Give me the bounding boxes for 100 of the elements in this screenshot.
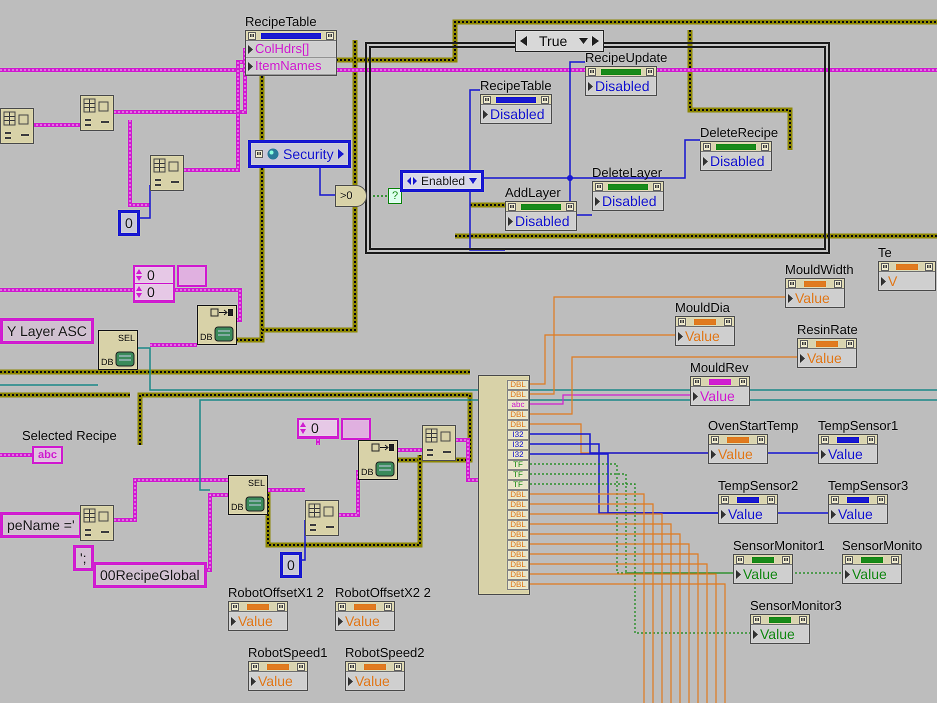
type-text: abc: [38, 449, 57, 461]
database-node[interactable]: DB: [197, 305, 237, 345]
case-selector[interactable]: True: [515, 30, 604, 52]
terminal-arrow-icon: [753, 630, 758, 638]
index-spinner-icon: [299, 421, 307, 435]
indicator-label: RobotSpeed2: [345, 645, 425, 661]
terminal-type-label: DBL: [507, 380, 529, 390]
property-text: ItemNames: [255, 58, 322, 74]
string-constant[interactable]: 00RecipeGlobal: [93, 562, 207, 588]
terminal-arrow-icon: [231, 616, 236, 626]
property-node[interactable]: Disabled: [505, 201, 577, 231]
terminal-arrow-icon: [508, 216, 513, 226]
indicator-label: TempSensor3: [828, 478, 908, 494]
terminal-type-label: DBL: [507, 520, 529, 530]
database-icon: [375, 461, 395, 477]
array-element: [177, 265, 207, 287]
enum-arrows-icon: [407, 177, 417, 185]
indicator-label: RobotOffsetX1 2: [228, 585, 324, 601]
string-constant[interactable]: ';: [73, 545, 94, 571]
terminal-type-label: abc: [507, 400, 529, 410]
arrow-icon: [371, 443, 395, 452]
terminal-icon: [834, 280, 842, 288]
terminal-arrow-icon: [721, 510, 726, 518]
terminal-type-label: TF: [507, 460, 529, 470]
indicator-terminal[interactable]: Value: [828, 494, 888, 524]
string-constant[interactable]: peName =': [0, 512, 82, 538]
array-function-node[interactable]: [422, 425, 456, 461]
terminal-arrow-icon: [821, 450, 826, 458]
terminal-type-label: DBL: [507, 390, 529, 400]
terminal-icon: [711, 436, 719, 444]
value-text: Value: [838, 506, 873, 522]
terminal-icon: [703, 142, 711, 150]
security-control[interactable]: Security: [248, 140, 351, 168]
array-function-node[interactable]: [150, 155, 184, 191]
terminal-icon: [800, 340, 808, 348]
unbundle-node[interactable]: DBL DBL abc DBL DBL I32 I32 I32 TF TF TF DBL DBL DBL DBL DBL DBL DBL DBL DBL DBL: [478, 375, 530, 595]
property-node[interactable]: Disabled: [480, 94, 552, 124]
terminal-arrow-icon: [881, 276, 886, 286]
terminal-type-label: DBL: [507, 490, 529, 500]
property-node-label: DeleteLayer: [592, 165, 662, 181]
value-text: Value: [852, 566, 887, 582]
array-function-node[interactable]: [80, 505, 114, 541]
value-text: Value: [743, 566, 778, 582]
terminal-type-label: DBL: [507, 570, 529, 580]
array-constant[interactable]: 0: [297, 418, 339, 439]
terminal-type-label: I32: [507, 440, 529, 450]
terminal-icon: [251, 662, 259, 670]
terminal-arrow-icon: [588, 82, 593, 90]
numeric-constant[interactable]: 0: [280, 552, 302, 578]
indicator-label: TempSensor1: [818, 418, 898, 434]
case-selector-terminal: ?: [388, 188, 402, 204]
string-constant[interactable]: Y Layer ASC: [0, 318, 94, 344]
terminal-icon: [925, 262, 933, 270]
terminal-icon: [338, 602, 346, 610]
terminal-icon: [845, 556, 853, 564]
property-node-label: DeleteRecipe: [700, 125, 778, 141]
terminal-icon: [724, 318, 732, 326]
terminal-icon: [483, 96, 491, 104]
array-function-node[interactable]: [0, 108, 34, 144]
database-icon: [214, 326, 234, 342]
property-node[interactable]: Disabled: [585, 66, 657, 96]
enum-constant[interactable]: Enabled: [400, 170, 484, 192]
terminal-icon: [782, 556, 790, 564]
database-node[interactable]: SEL DB: [228, 475, 268, 515]
indicator-terminal[interactable]: Value: [818, 434, 878, 464]
terminal-icon: [678, 318, 686, 326]
indicator-label: SensorMonitor3: [750, 598, 842, 614]
terminal-arrow-icon: [678, 332, 683, 340]
terminal-icon: [736, 556, 744, 564]
terminal-icon: [248, 32, 256, 40]
array-function-node[interactable]: [305, 500, 339, 536]
terminal-icon: [788, 280, 796, 288]
value-text: Value: [258, 673, 293, 689]
terminal-arrow-icon: [703, 156, 708, 166]
terminal-icon: [831, 496, 839, 504]
terminal-icon: [326, 32, 334, 40]
terminal-icon: [761, 142, 769, 150]
compare-function-node[interactable]: >0: [335, 185, 367, 207]
terminal-type-label: DBL: [507, 500, 529, 510]
terminal-type-label: DBL: [507, 560, 529, 570]
terminal-icon: [767, 496, 775, 504]
value-text: Value: [795, 290, 830, 306]
array-constant[interactable]: 0 0: [133, 265, 175, 303]
property-text: Disabled: [515, 213, 570, 229]
property-node[interactable]: Disabled: [592, 181, 664, 211]
array-function-node[interactable]: [80, 95, 114, 131]
indicator-label: OvenStartTemp: [708, 418, 798, 434]
property-node[interactable]: Disabled: [700, 141, 772, 171]
property-text: Disabled: [595, 78, 650, 94]
node-tag-text: SEL: [118, 333, 135, 343]
property-node-label: RecipeTable: [245, 14, 317, 30]
numeric-constant[interactable]: 0: [118, 210, 140, 236]
terminal-icon: [348, 662, 356, 670]
globe-icon: [267, 148, 279, 160]
indicator-label: TempSensor2: [718, 478, 798, 494]
terminal-icon: [821, 436, 829, 444]
database-node[interactable]: DB: [358, 440, 398, 480]
indicator-terminal[interactable]: Value: [718, 494, 778, 524]
database-node[interactable]: SEL DB: [98, 330, 138, 370]
value-text: Value: [685, 328, 720, 344]
